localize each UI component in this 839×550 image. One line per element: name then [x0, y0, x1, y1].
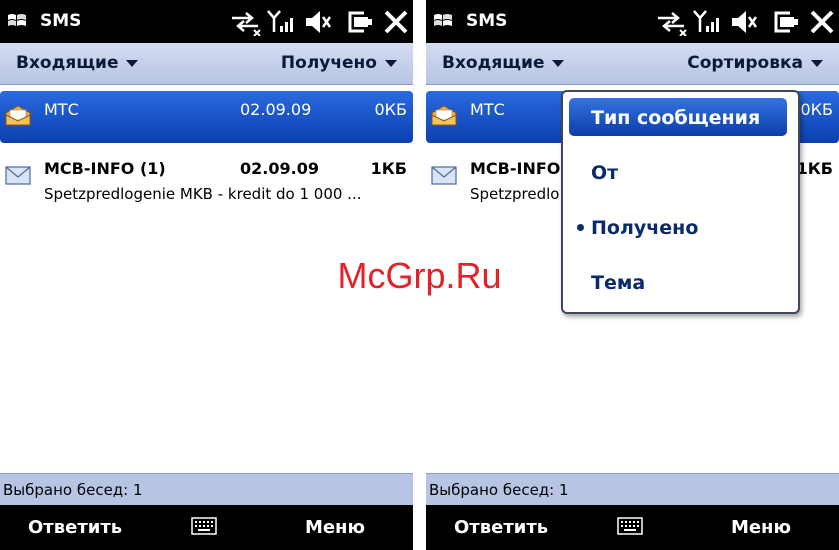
folder-dropdown[interactable]: Входящие: [442, 53, 565, 73]
message-sender: MCB-INFO: [470, 159, 561, 178]
list-header: Входящие Получено: [0, 43, 413, 85]
envelope-open-icon: [431, 105, 457, 126]
message-size: 0КБ: [374, 100, 407, 119]
reply-softkey[interactable]: Ответить: [28, 517, 122, 538]
sort-menu-item-from[interactable]: От: [569, 153, 787, 191]
close-icon[interactable]: [382, 8, 410, 36]
chevron-down-icon: [552, 59, 565, 67]
message-row[interactable]: MCB-INFO (1) 02.09.09 1КБ Spetzpredlogen…: [0, 155, 413, 215]
message-date: 02.09.09: [240, 100, 312, 119]
message-sender: МТС: [470, 100, 505, 119]
message-date: 02.09.09: [240, 159, 319, 178]
signal-strength-icon[interactable]: [692, 8, 722, 36]
message-list: МТС 02.09.09 0КБ MCB-INFO (1) 02.09.09 1…: [0, 85, 413, 470]
sort-menu-item-label: От: [591, 162, 619, 184]
phone-screen-left: SMS Входящие Получено МТС 02.09.09 0КБ M…: [0, 0, 413, 550]
keyboard-icon[interactable]: [617, 517, 643, 535]
windows-flag-icon[interactable]: [6, 10, 28, 32]
phone-screen-right: SMS Входящие Сортировка МТС 0КБ MCB-INFO…: [426, 0, 839, 550]
close-icon[interactable]: [808, 8, 836, 36]
message-row-selected[interactable]: МТС 02.09.09 0КБ: [0, 91, 413, 143]
title-bar: SMS: [0, 0, 413, 43]
app-title: SMS: [40, 11, 82, 31]
title-bar: SMS: [426, 0, 839, 43]
message-sender: MCB-INFO (1): [44, 159, 166, 178]
chevron-down-icon: [126, 59, 139, 67]
selected-count: Выбрано бесед: 1: [429, 481, 569, 499]
folder-dropdown-label: Входящие: [16, 53, 119, 73]
sync-arrows-icon[interactable]: [228, 8, 262, 36]
battery-icon[interactable]: [344, 8, 376, 36]
folder-dropdown-label: Входящие: [442, 53, 545, 73]
message-preview: Spetzpredlogenie MKB - kredit do 1 000 .…: [44, 185, 362, 203]
sort-menu-item-label: Тип сообщения: [591, 107, 761, 129]
menu-softkey[interactable]: Меню: [731, 517, 791, 538]
softkey-bar: Ответить Меню: [0, 505, 413, 550]
envelope-icon: [431, 166, 457, 185]
signal-strength-icon[interactable]: [266, 8, 296, 36]
speaker-mute-icon[interactable]: [728, 8, 758, 36]
app-title: SMS: [466, 11, 508, 31]
status-bar: Выбрано бесед: 1: [0, 473, 413, 506]
list-header: Входящие Сортировка: [426, 43, 839, 85]
sort-menu-item-type[interactable]: Тип сообщения: [569, 98, 787, 136]
keyboard-icon[interactable]: [191, 517, 217, 535]
windows-flag-icon[interactable]: [432, 10, 454, 32]
envelope-open-icon: [5, 105, 31, 126]
folder-dropdown[interactable]: Входящие: [16, 53, 139, 73]
message-size: 1КБ: [370, 159, 407, 178]
chevron-down-icon: [811, 59, 823, 67]
battery-icon[interactable]: [770, 8, 802, 36]
checked-bullet-icon: [577, 224, 584, 231]
selected-count: Выбрано бесед: 1: [3, 481, 143, 499]
sort-menu: Тип сообщения От Получено Тема: [561, 90, 800, 314]
sort-menu-item-label: Получено: [591, 217, 699, 239]
screen-divider: [413, 0, 426, 550]
sort-menu-item-received[interactable]: Получено: [569, 208, 787, 246]
sort-menu-item-subject[interactable]: Тема: [569, 263, 787, 301]
speaker-mute-icon[interactable]: [302, 8, 332, 36]
sort-dropdown[interactable]: Сортировка: [687, 53, 823, 73]
chevron-down-icon: [385, 59, 397, 67]
sync-arrows-icon[interactable]: [654, 8, 688, 36]
message-sender: МТС: [44, 100, 79, 119]
message-size: 0КБ: [800, 100, 833, 119]
message-size: 1КБ: [796, 159, 833, 178]
sort-dropdown-label: Сортировка: [687, 53, 803, 73]
envelope-icon: [5, 166, 31, 185]
sort-dropdown-label: Получено: [280, 53, 377, 73]
sort-menu-item-label: Тема: [591, 272, 646, 294]
menu-softkey[interactable]: Меню: [305, 517, 365, 538]
softkey-bar: Ответить Меню: [426, 505, 839, 550]
status-bar: Выбрано бесед: 1: [426, 473, 839, 506]
sort-dropdown[interactable]: Получено: [281, 53, 397, 73]
reply-softkey[interactable]: Ответить: [454, 517, 548, 538]
